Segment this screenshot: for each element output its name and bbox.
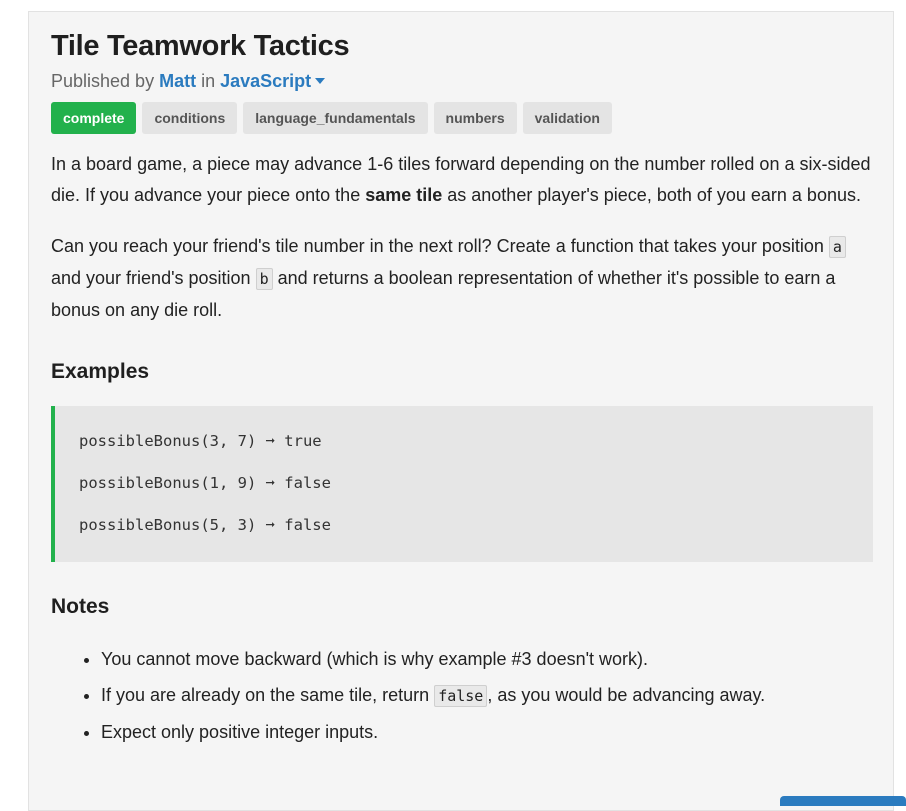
tag-language-fundamentals[interactable]: language_fundamentals (243, 102, 428, 134)
notes-list: You cannot move backward (which is why e… (51, 645, 873, 746)
challenge-panel: Tile Teamwork Tactics Published by Matt … (28, 11, 894, 811)
example-line: possibleBonus(3, 7) ➞ true (79, 432, 322, 450)
published-prefix: Published by (51, 71, 160, 91)
note-item: You cannot move backward (which is why e… (101, 645, 873, 673)
bottom-action-button[interactable] (780, 796, 906, 806)
desc-text: Can you reach your friend's tile number … (51, 236, 829, 256)
tag-numbers[interactable]: numbers (433, 102, 517, 134)
note-text: , as you would be advancing away. (487, 685, 766, 705)
inline-code-a: a (828, 236, 846, 258)
example-line: possibleBonus(5, 3) ➞ false (79, 516, 331, 534)
challenge-content: Tile Teamwork Tactics Published by Matt … (51, 26, 873, 754)
description-paragraph-2: Can you reach your friend's tile number … (51, 231, 873, 326)
notes-heading: Notes (51, 595, 110, 618)
caret-down-icon (315, 78, 326, 85)
examples-code-block: possibleBonus(3, 7) ➞ true possibleBonus… (51, 406, 873, 562)
tag-complete[interactable]: complete (51, 102, 137, 134)
tag-validation[interactable]: validation (522, 102, 612, 134)
description-paragraph-1: In a board game, a piece may advance 1-6… (51, 149, 873, 211)
inline-code-false: false (434, 685, 488, 707)
examples-heading: Examples (51, 360, 150, 383)
note-text: If you are already on the same tile, ret… (101, 685, 435, 705)
desc-bold: same tile (365, 185, 443, 205)
language-dropdown[interactable]: JavaScript (220, 71, 326, 91)
byline: Published by Matt in JavaScript (51, 69, 873, 93)
challenge-title: Tile Teamwork Tactics (51, 30, 350, 62)
language-label: JavaScript (220, 71, 312, 91)
in-word: in (196, 71, 221, 91)
note-item: Expect only positive integer inputs. (101, 718, 873, 746)
note-item: If you are already on the same tile, ret… (101, 681, 873, 710)
example-line: possibleBonus(1, 9) ➞ false (79, 474, 331, 492)
desc-text: as another player's piece, both of you e… (442, 185, 861, 205)
author-link[interactable]: Matt (159, 71, 196, 91)
desc-text: and your friend's position (51, 268, 256, 288)
tag-list: complete conditions language_fundamental… (51, 102, 873, 134)
inline-code-b: b (255, 268, 273, 290)
tag-conditions[interactable]: conditions (142, 102, 238, 134)
